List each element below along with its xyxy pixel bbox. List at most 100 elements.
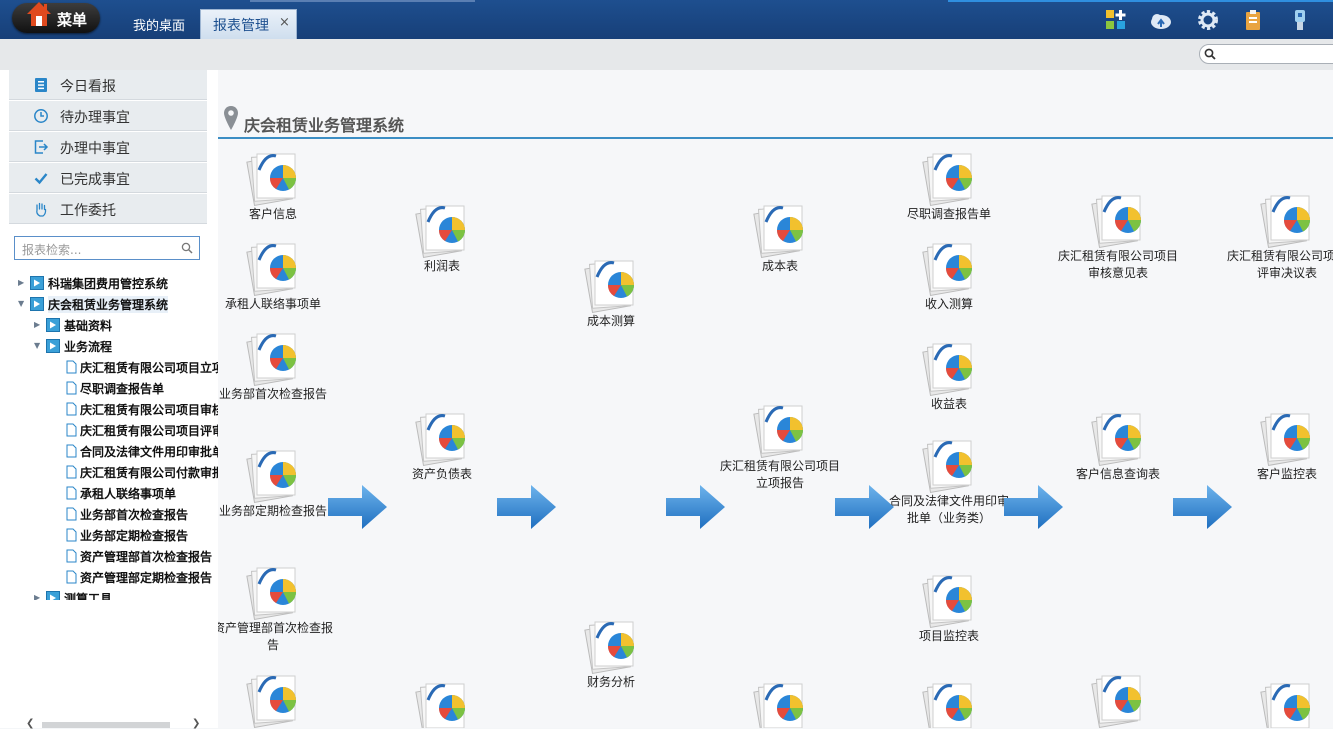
tree-node-label: 庆汇租赁有限公司项目立项报告: [80, 361, 218, 375]
report-item[interactable]: 尽职调查报告单: [889, 148, 1009, 223]
collapse-arrow-icon[interactable]: ▼: [34, 341, 40, 350]
quick-menu-today-report[interactable]: 今日看报: [9, 70, 207, 100]
report-chart-icon: [246, 153, 296, 207]
global-search-input[interactable]: [1199, 44, 1333, 64]
report-item[interactable]: 收入测算: [889, 238, 1009, 313]
report-item[interactable]: 客户信息: [218, 148, 333, 223]
report-chart-icon: [415, 683, 465, 728]
report-item[interactable]: 承租人联络事项单: [218, 238, 333, 313]
report-item[interactable]: 业务部定期检查报告: [218, 445, 333, 520]
search-icon[interactable]: [181, 242, 193, 254]
report-item[interactable]: 业务部首次检查报告: [218, 328, 333, 403]
document-icon: [66, 507, 77, 521]
report-item[interactable]: 庆汇租赁有限公司项目立项报告: [720, 400, 840, 492]
folder-icon: [46, 318, 60, 332]
report-label: 资产管理部首次检查报告: [218, 621, 334, 652]
report-item[interactable]: 资产负债表: [382, 408, 502, 483]
report-chart-icon: [1091, 675, 1141, 728]
scroll-left-icon[interactable]: ❮: [26, 718, 34, 729]
report-item[interactable]: [889, 678, 1009, 728]
report-item[interactable]: [218, 670, 333, 728]
report-chart-icon: [1091, 195, 1141, 249]
quick-menu-label: 工作委托: [60, 203, 116, 219]
report-item[interactable]: 收益表: [889, 338, 1009, 413]
tree-node-label: 合同及法律文件用印审批单: [80, 445, 218, 459]
add-widget-icon[interactable]: [1104, 8, 1128, 32]
tree-horizontal-scrollbar[interactable]: ❮ ❯: [20, 718, 210, 729]
quick-menu-delegation[interactable]: 工作委托: [9, 194, 207, 224]
expand-arrow-icon[interactable]: ▶: [34, 320, 40, 329]
report-chart-icon: [246, 675, 296, 728]
report-chart-icon: [753, 205, 803, 259]
report-item[interactable]: [382, 678, 502, 728]
quick-menu-completed[interactable]: 已完成事宜: [9, 163, 207, 193]
tree-node-label: 业务部首次检查报告: [80, 508, 189, 522]
flow-arrow-icon: [835, 485, 894, 529]
document-icon: [66, 465, 77, 479]
quick-menu-in-progress[interactable]: 办理中事宜: [9, 132, 207, 162]
document-icon: [66, 570, 77, 584]
top-bar: 菜单 我的桌面 报表管理 ×: [0, 0, 1333, 39]
home-icon: [27, 2, 51, 26]
scrollbar-thumb[interactable]: [42, 722, 170, 728]
report-item[interactable]: 合同及法律文件用印审批单（业务类）: [889, 435, 1009, 527]
tree-node-label: 庆汇租赁有限公司付款审批单: [80, 466, 218, 480]
report-chart-icon: [922, 575, 972, 629]
folder-icon: [30, 276, 44, 290]
report-item[interactable]: 利润表: [382, 200, 502, 275]
scroll-right-icon[interactable]: ❯: [192, 718, 200, 729]
report-chart-icon: [922, 343, 972, 397]
expand-arrow-icon[interactable]: ▶: [18, 278, 24, 287]
report-chart-icon: [922, 243, 972, 297]
report-item[interactable]: 庆汇租赁有限公司项目评审决议表: [1227, 190, 1333, 282]
report-item[interactable]: 客户监控表: [1227, 408, 1333, 483]
report-item[interactable]: 庆汇租赁有限公司项目审核意见表: [1058, 190, 1178, 282]
report-item[interactable]: 财务分析: [551, 616, 671, 691]
document-icon: [66, 444, 77, 458]
exit-box-icon: [34, 140, 49, 154]
report-chart-icon: [1091, 413, 1141, 467]
report-item[interactable]: [720, 678, 840, 728]
tree-node-label: 资产管理部首次检查报告: [80, 550, 213, 564]
report-item[interactable]: 客户信息查询表: [1058, 408, 1178, 483]
quick-menu-label: 办理中事宜: [60, 141, 130, 157]
settings-gear-icon[interactable]: [1196, 8, 1220, 32]
report-search-input[interactable]: 报表检索...: [14, 236, 200, 260]
report-label: 客户信息: [248, 207, 297, 221]
report-item[interactable]: 资产管理部首次检查报告: [218, 562, 333, 654]
report-item[interactable]: 成本表: [720, 200, 840, 275]
tab-close-icon[interactable]: ×: [279, 15, 290, 30]
report-chart-icon: [753, 683, 803, 728]
report-chart-icon: [584, 260, 634, 314]
report-chart-icon: [415, 205, 465, 259]
collapse-arrow-icon[interactable]: ▼: [18, 299, 24, 308]
sidebar: 今日看报 待办理事宜 办理中事宜 已完成事宜 工作委托 报表检索... ▶ 科瑞集…: [0, 70, 218, 729]
quick-menu-label: 待办理事宜: [60, 110, 130, 126]
report-label: 庆汇租赁有限公司项目立项报告: [720, 459, 841, 490]
usb-key-icon[interactable]: [1288, 8, 1312, 32]
report-item[interactable]: [1058, 670, 1178, 728]
report-item[interactable]: [1227, 678, 1333, 728]
tab-my-desktop[interactable]: 我的桌面: [133, 15, 185, 34]
document-icon: [66, 360, 77, 374]
tree-node-label: 业务部定期检查报告: [80, 529, 189, 543]
expand-arrow-icon[interactable]: ▶: [34, 593, 40, 600]
tab-report-management[interactable]: 报表管理 ×: [200, 9, 297, 39]
flow-arrow-icon: [497, 485, 556, 529]
tree-node-label: 业务流程: [64, 340, 113, 354]
report-chart-icon: [246, 450, 296, 504]
hand-icon: [36, 202, 47, 217]
checkmark-icon: [34, 173, 48, 185]
report-item[interactable]: 项目监控表: [889, 570, 1009, 645]
report-chart-icon: [922, 153, 972, 207]
cloud-sync-icon[interactable]: [1148, 8, 1172, 32]
report-label: 成本测算: [586, 314, 635, 328]
tree-node-label: 庆会租赁业务管理系统: [48, 296, 169, 313]
clipboard-icon[interactable]: [1241, 8, 1265, 32]
main-menu-button[interactable]: 菜单: [12, 2, 100, 33]
report-chart-icon: [1260, 683, 1310, 728]
report-chart-icon: [922, 683, 972, 728]
quick-menu-pending[interactable]: 待办理事宜: [9, 101, 207, 131]
report-item[interactable]: 成本测算: [551, 255, 671, 330]
report-chart-icon: [415, 413, 465, 467]
